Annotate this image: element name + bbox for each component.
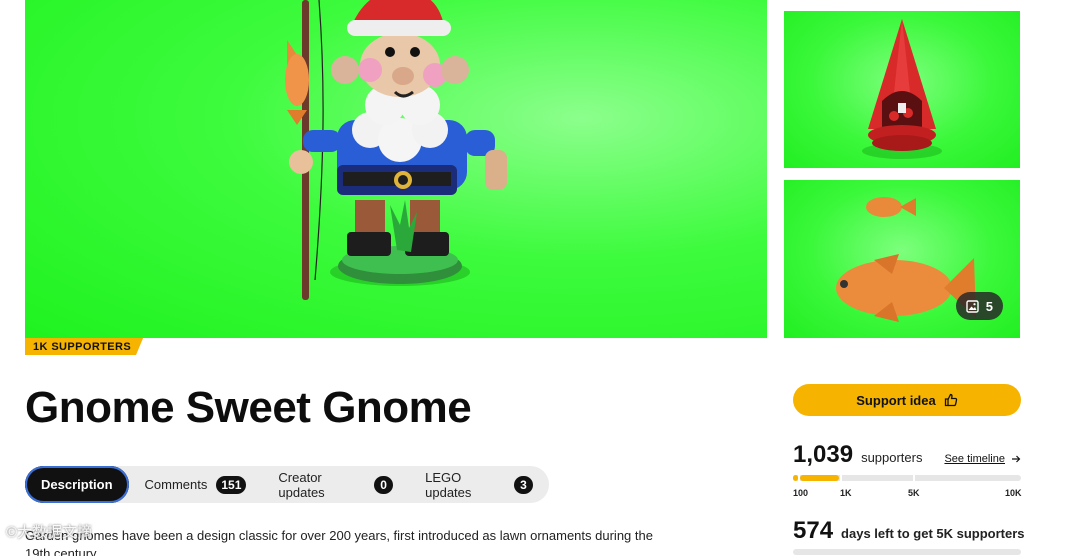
- gnome-figure: [285, 0, 507, 300]
- gallery-thumbnail-2[interactable]: 5: [784, 180, 1020, 338]
- gallery-thumbnail-1[interactable]: [784, 11, 1020, 168]
- photo-count-button[interactable]: 5: [955, 292, 1003, 320]
- thumbs-up-icon: [944, 393, 957, 407]
- tab-lego-updates[interactable]: LEGO updates 3: [409, 466, 549, 503]
- tab-creator-updates[interactable]: Creator updates 0: [262, 466, 409, 503]
- photo-count-value: 5: [985, 298, 993, 314]
- tab-label: Creator updates: [278, 469, 325, 500]
- tab-count-badge: 151: [216, 475, 247, 494]
- tab-comments[interactable]: Comments 151: [129, 466, 263, 503]
- support-button-label: Support idea: [856, 392, 936, 408]
- arrow-right-icon: [1012, 455, 1021, 463]
- progress-tick-10k: 10K: [1005, 488, 1022, 498]
- progress-tick-100: 100: [793, 488, 809, 498]
- page-title: Gnome Sweet Gnome: [25, 383, 472, 432]
- progress-divider: [840, 475, 842, 481]
- watermark: ©大数据文摘: [6, 524, 93, 541]
- tab-count-badge: 3: [514, 475, 533, 494]
- tab-count-badge: 0: [374, 475, 394, 494]
- tab-label: Description: [41, 477, 113, 492]
- progress-fill-segment: [800, 475, 839, 481]
- gnome-hat-house-image: [862, 19, 942, 159]
- supporters-count: 1,039: [793, 441, 854, 468]
- progress-tick-5k: 5K: [908, 488, 920, 498]
- tab-label: Comments: [144, 477, 208, 492]
- see-timeline-label: See timeline: [944, 453, 1005, 465]
- days-left-label: days left to get 5K supporters: [841, 526, 1025, 541]
- hero-image[interactable]: [25, 0, 767, 338]
- supporters-label: supporters: [861, 450, 923, 465]
- support-idea-button[interactable]: Support idea: [793, 384, 1021, 416]
- supporters-progress-bar: [793, 475, 1021, 481]
- see-timeline-link[interactable]: See timeline: [944, 453, 1021, 465]
- tab-description[interactable]: Description: [25, 466, 129, 503]
- days-left-progress-bar: [793, 549, 1021, 555]
- progress-divider: [913, 475, 915, 481]
- days-left-count: 574: [793, 517, 834, 544]
- tab-bar: Description Comments 151 Creator updates…: [25, 466, 549, 503]
- description-text: Garden gnomes have been a design classic…: [25, 528, 653, 556]
- progress-tick-1k: 1K: [840, 488, 852, 498]
- image-icon: [966, 299, 979, 313]
- tab-label: LEGO updates: [425, 469, 472, 500]
- supporters-badge: 1K SUPPORTERS: [25, 338, 144, 355]
- supporters-count-row: 1,039 supporters See timeline: [793, 441, 1021, 469]
- days-left-row: 574 days left to get 5K supporters: [793, 517, 1025, 545]
